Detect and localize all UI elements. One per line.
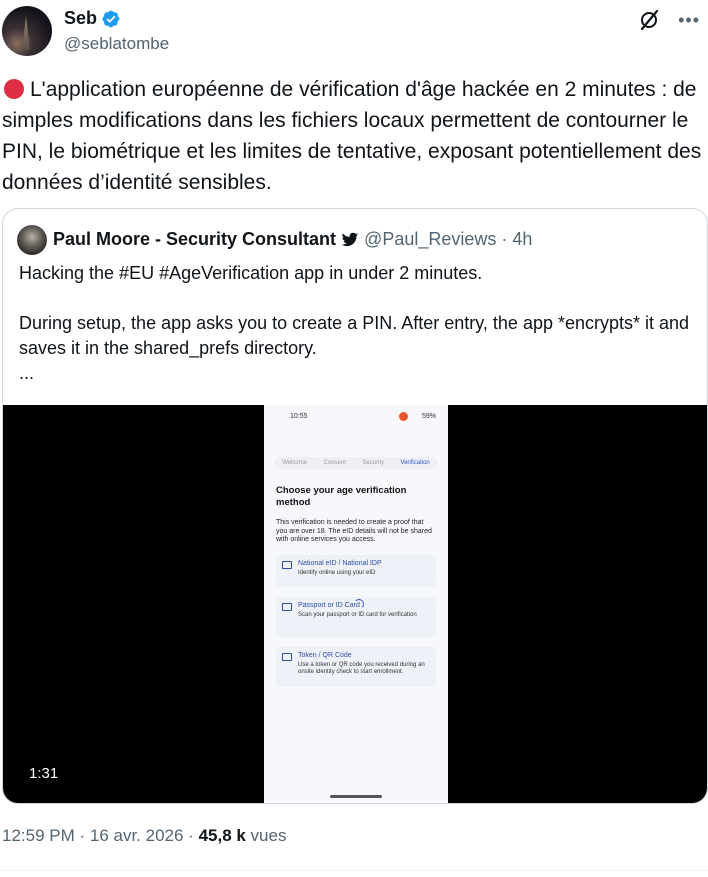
option-token-qr: Token / QR Code Use a token or QR code y… bbox=[276, 647, 436, 687]
quoted-tweet-header: Paul Moore - Security Consultant @Paul_R… bbox=[53, 229, 532, 250]
quoted-header-separator: · bbox=[501, 229, 508, 249]
option-desc: Identify online using your eID bbox=[298, 569, 376, 576]
video-frame-phone-screen: 10:55 59% Welcome Consent Security Verif… bbox=[264, 405, 448, 803]
tweet-date[interactable]: 16 avr. 2026 bbox=[90, 826, 184, 845]
step-verification: Verification bbox=[400, 460, 430, 466]
loading-spinner-icon bbox=[354, 599, 364, 609]
author-display-name[interactable]: Seb bbox=[64, 8, 97, 29]
quoted-text-line: During setup, the app asks you to create… bbox=[19, 313, 690, 358]
phone-status-battery: 59% bbox=[421, 413, 436, 420]
tweet-body: L'application européenne de vérification… bbox=[2, 78, 702, 194]
quoted-tweet[interactable]: Paul Moore - Security Consultant @Paul_R… bbox=[2, 208, 708, 804]
option-title: National eID / National IDP bbox=[298, 560, 382, 567]
phone-home-indicator bbox=[330, 795, 382, 798]
notification-badge-icon bbox=[399, 412, 408, 421]
quoted-author-avatar[interactable] bbox=[17, 225, 47, 255]
quoted-author-name[interactable]: Paul Moore - Security Consultant bbox=[53, 229, 336, 250]
bank-icon bbox=[282, 561, 292, 569]
step-consent: Consent bbox=[323, 460, 346, 466]
red-circle-icon bbox=[4, 79, 24, 99]
quoted-text-ellipsis: ... bbox=[19, 363, 35, 383]
option-desc: Scan your passport or ID card for verifi… bbox=[298, 611, 417, 618]
quoted-author-handle[interactable]: @Paul_Reviews bbox=[364, 229, 496, 250]
option-desc: Use a token or QR code you received duri… bbox=[298, 661, 425, 676]
step-security: Security bbox=[362, 460, 384, 466]
views-label: vues bbox=[245, 826, 287, 845]
option-title: Passport or ID Card bbox=[298, 602, 360, 609]
author-handle[interactable]: @seblatombe bbox=[64, 34, 169, 54]
author-avatar[interactable] bbox=[2, 6, 52, 56]
phone-status-time: 10:55 bbox=[290, 413, 308, 420]
quoted-text-line: Hacking the #EU #AgeVerification app in … bbox=[19, 263, 483, 283]
quoted-tweet-text: Hacking the #EU #AgeVerification app in … bbox=[19, 261, 699, 386]
video-duration: 1:31 bbox=[29, 765, 59, 782]
grok-icon[interactable] bbox=[638, 8, 662, 32]
verified-badge-icon bbox=[102, 10, 120, 27]
video-player[interactable]: 10:55 59% Welcome Consent Security Verif… bbox=[3, 405, 707, 803]
more-options-icon[interactable]: ••• bbox=[678, 11, 700, 29]
bird-icon bbox=[341, 232, 359, 246]
tweet-actions-top: ••• bbox=[638, 8, 700, 32]
quoted-tweet-time[interactable]: 4h bbox=[512, 229, 532, 250]
phone-screen-description: This verification is needed to create a … bbox=[276, 519, 432, 543]
meta-separator: · bbox=[183, 826, 199, 845]
tweet-time[interactable]: 12:59 PM bbox=[2, 826, 75, 845]
divider bbox=[0, 870, 708, 871]
option-title: Token / QR Code bbox=[298, 652, 352, 659]
tweet-text: L'application européenne de vérification… bbox=[2, 74, 702, 198]
id-card-icon bbox=[282, 603, 292, 611]
setup-steps: Welcome Consent Security Verification bbox=[274, 457, 438, 469]
meta-separator: · bbox=[74, 826, 90, 845]
step-welcome: Welcome bbox=[282, 460, 308, 466]
phone-screen-title: Choose your age verification method bbox=[276, 485, 407, 508]
tweet-meta: 12:59 PM · 16 avr. 2026 · 45,8 k vues bbox=[2, 826, 286, 846]
phone-status-bar: 10:55 59% bbox=[264, 411, 448, 425]
author-name-row: Seb bbox=[64, 8, 121, 29]
views-count[interactable]: 45,8 k bbox=[199, 826, 246, 845]
qr-code-icon bbox=[282, 653, 292, 661]
option-national-eid: National eID / National IDP Identify onl… bbox=[276, 555, 436, 587]
